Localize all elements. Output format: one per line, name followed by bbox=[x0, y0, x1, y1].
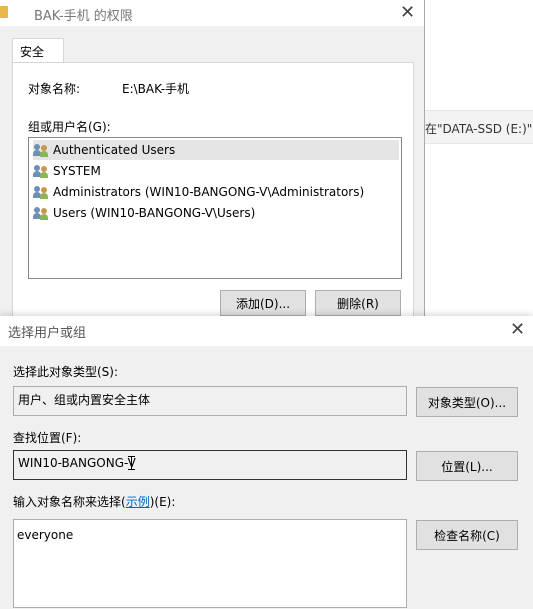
user-name: Administrators (WIN10-BANGONG-V\Administ… bbox=[53, 185, 365, 199]
location-field: WIN10-BANGONG-V bbox=[13, 450, 407, 480]
object-name-value: E:\BAK-手机 bbox=[122, 82, 190, 96]
remove-button[interactable]: 删除(R) bbox=[315, 290, 401, 316]
check-names-button[interactable]: 检查名称(C) bbox=[416, 520, 518, 550]
names-input-label: 输入对象名称来选择(示例)(E): bbox=[13, 493, 175, 510]
user-name: SYSTEM bbox=[53, 164, 101, 178]
names-label-suffix: )(E): bbox=[149, 495, 176, 509]
users-icon bbox=[33, 143, 49, 157]
object-names-input[interactable]: everyone bbox=[13, 519, 407, 608]
user-name: Users (WIN10-BANGONG-V\Users) bbox=[53, 206, 256, 220]
examples-link[interactable]: 示例 bbox=[126, 495, 150, 509]
close-icon[interactable]: ✕ bbox=[510, 319, 525, 340]
object-name-label: 对象名称: bbox=[28, 82, 81, 96]
names-label-prefix: 输入对象名称来选择( bbox=[13, 495, 126, 509]
select-users-title: 选择用户或组 bbox=[8, 326, 87, 341]
list-item[interactable]: Administrators (WIN10-BANGONG-V\Administ… bbox=[33, 182, 399, 202]
text-cursor-icon bbox=[128, 456, 135, 470]
user-list[interactable]: Authenticated Users SYSTEM Administrator… bbox=[28, 137, 402, 279]
locations-button[interactable]: 位置(L)... bbox=[416, 451, 518, 481]
object-type-field: 用户、组或内置安全主体 bbox=[13, 386, 407, 416]
close-icon[interactable]: ✕ bbox=[400, 2, 415, 23]
list-item[interactable]: Users (WIN10-BANGONG-V\Users) bbox=[33, 203, 399, 223]
group-user-label: 组或用户名(G): bbox=[28, 120, 111, 134]
list-item[interactable]: SYSTEM bbox=[33, 161, 399, 181]
list-item[interactable]: Authenticated Users bbox=[33, 140, 399, 160]
user-name: Authenticated Users bbox=[53, 143, 176, 157]
folder-icon bbox=[0, 6, 8, 18]
add-button[interactable]: 添加(D)... bbox=[220, 290, 306, 316]
explorer-path-text: 在"DATA-SSD (E:)" bbox=[425, 122, 533, 136]
permissions-title: BAK-手机 的权限 bbox=[34, 9, 133, 24]
object-types-button[interactable]: 对象类型(O)... bbox=[416, 387, 518, 417]
location-label: 查找位置(F): bbox=[13, 431, 82, 445]
users-icon bbox=[33, 185, 49, 199]
users-icon bbox=[33, 164, 49, 178]
tab-security-label: 安全 bbox=[20, 45, 45, 59]
object-type-label: 选择此对象类型(S): bbox=[13, 365, 119, 379]
users-icon bbox=[33, 206, 49, 220]
